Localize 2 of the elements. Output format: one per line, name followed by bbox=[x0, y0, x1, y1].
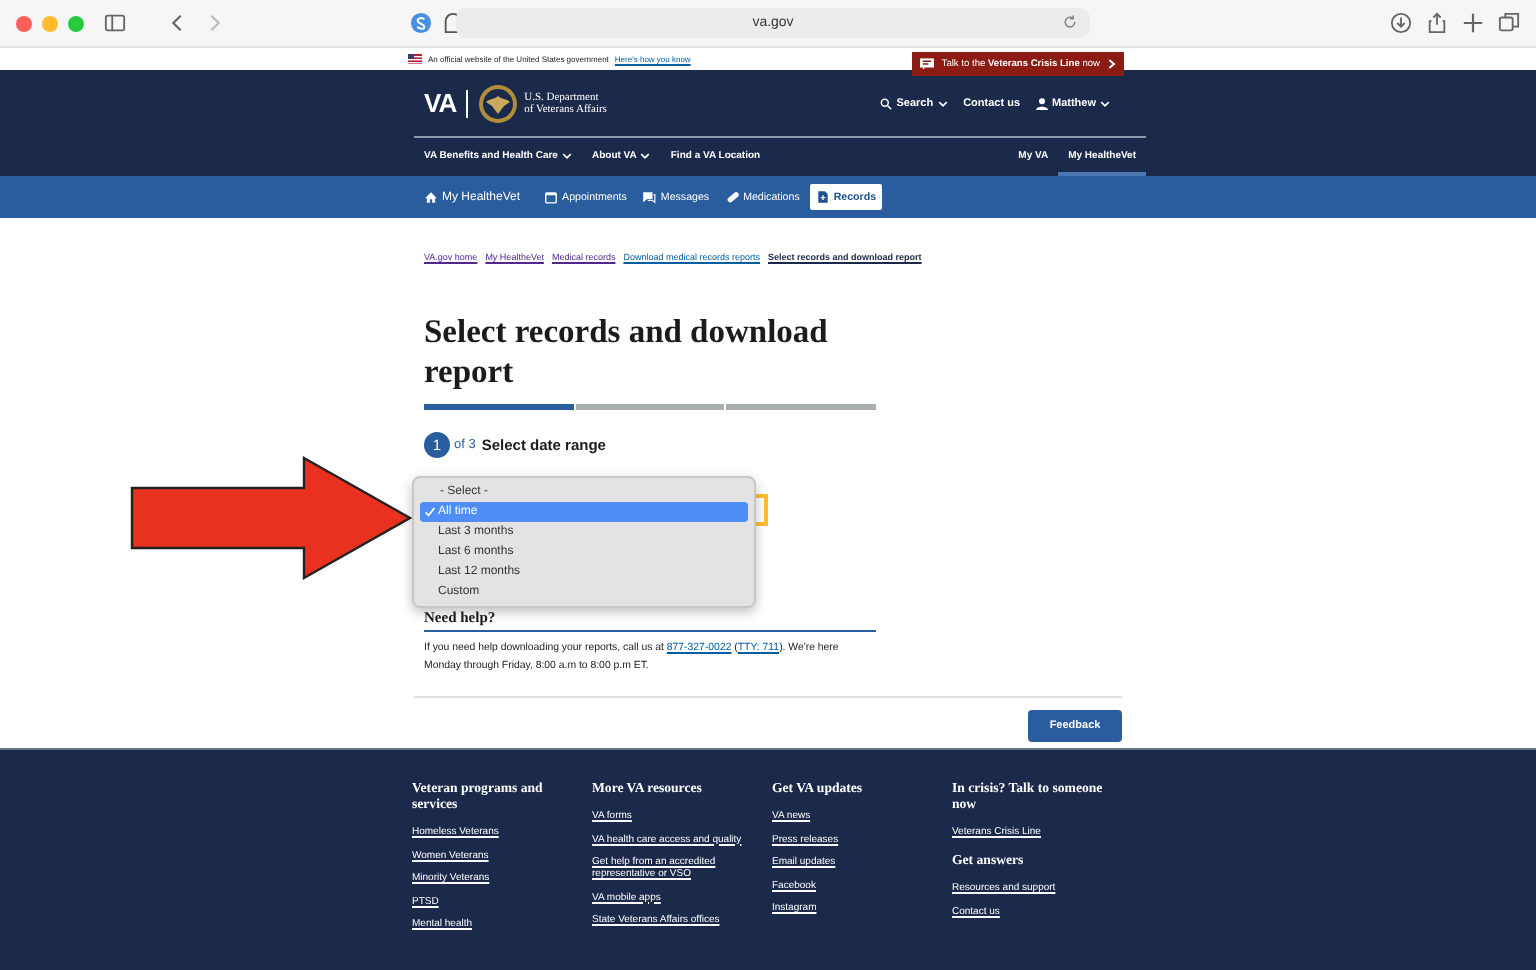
page-title: Select records and download report bbox=[424, 312, 830, 392]
va-logo[interactable]: VA bbox=[424, 89, 469, 117]
